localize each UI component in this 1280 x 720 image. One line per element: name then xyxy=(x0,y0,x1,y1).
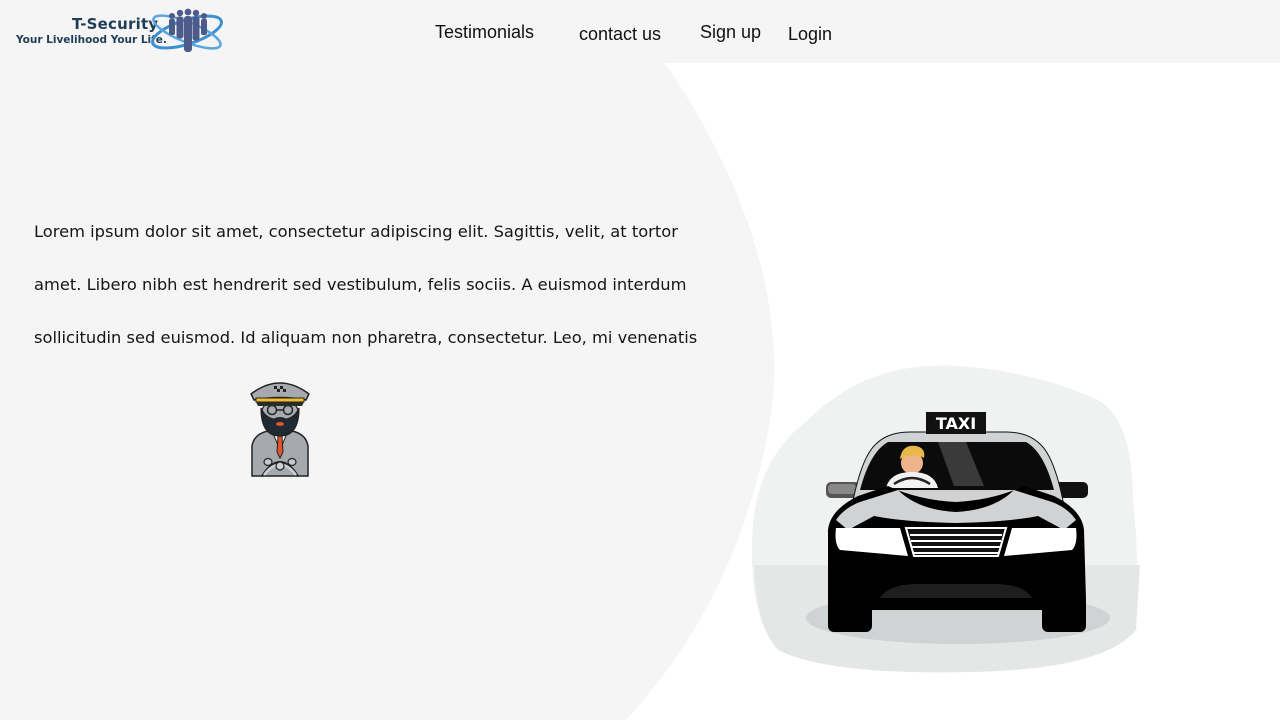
taxi-car-icon: TAXI xyxy=(751,365,1140,673)
top-navbar: T-Security Your Livelihood Your Life. Te… xyxy=(0,0,1280,63)
taxi-driver-icon xyxy=(250,382,310,477)
globe-people-logo-icon xyxy=(151,8,223,52)
brand-tagline: Your Livelihood Your Life. xyxy=(16,34,167,46)
hero-text: Lorem ipsum dolor sit amet, consectetur … xyxy=(34,222,698,347)
brand-logo[interactable]: T-Security Your Livelihood Your Life. xyxy=(14,8,226,58)
taxi-sign-text: TAXI xyxy=(936,414,976,433)
brand-name: T-Security xyxy=(72,15,159,33)
nav-testimonials[interactable]: Testimonials xyxy=(435,22,534,43)
nav-login[interactable]: Login xyxy=(788,24,832,45)
nav-contact-us[interactable]: contact us xyxy=(579,24,661,45)
nav-sign-up[interactable]: Sign up xyxy=(700,22,761,43)
